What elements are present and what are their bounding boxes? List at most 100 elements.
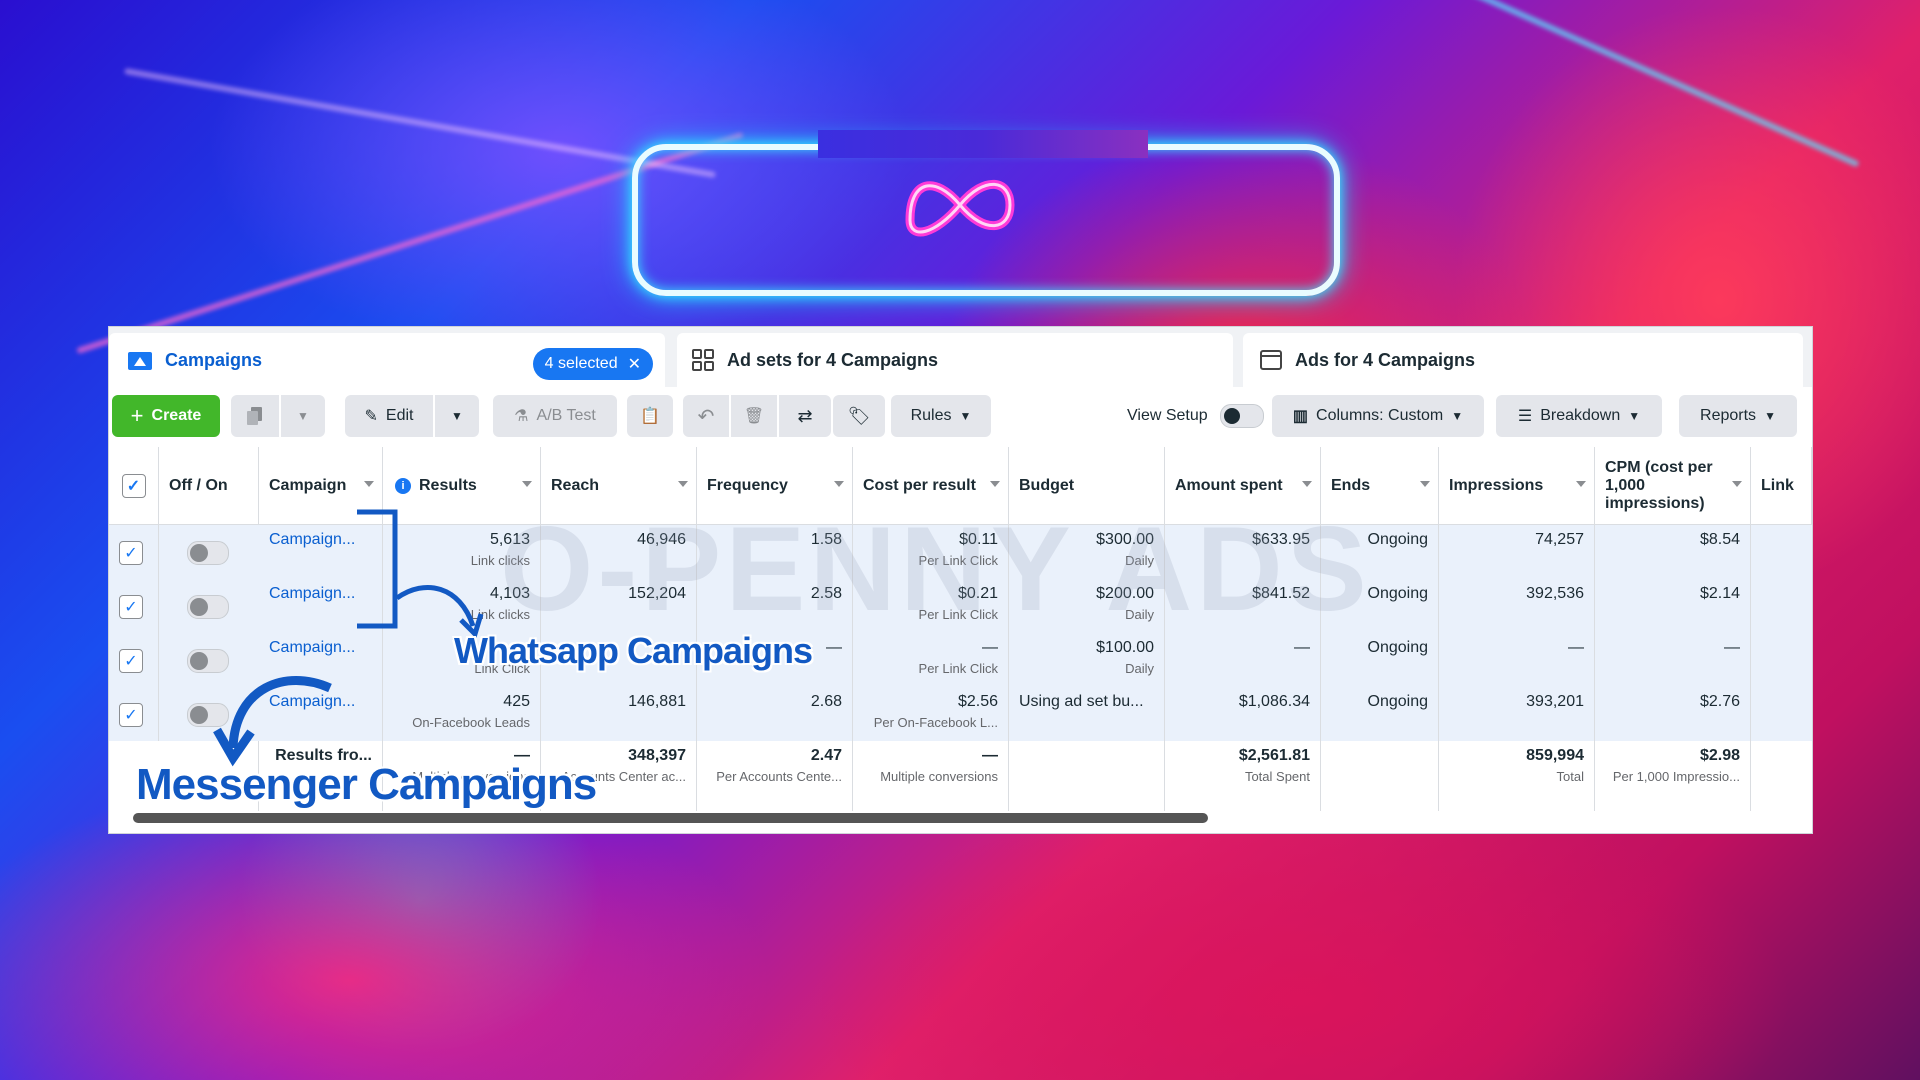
- reach-cell: 46,946: [541, 525, 697, 579]
- budget-value: $200.00: [1096, 585, 1154, 602]
- header-budget[interactable]: Budget: [1009, 447, 1165, 525]
- create-button[interactable]: + Create: [112, 395, 220, 437]
- results-value: 4,103: [489, 585, 530, 602]
- duplicate-dropdown[interactable]: ▼: [281, 395, 325, 437]
- sort-caret-icon[interactable]: [834, 481, 844, 487]
- row-checkbox[interactable]: ✓: [119, 649, 143, 673]
- sort-caret-icon[interactable]: [678, 481, 688, 487]
- reports-button[interactable]: Reports ▼: [1679, 395, 1797, 437]
- row-checkbox[interactable]: ✓: [119, 595, 143, 619]
- close-icon[interactable]: ✕: [628, 354, 641, 374]
- cpm-value: $2.76: [1699, 693, 1740, 710]
- meta-logo-icon: [905, 179, 1015, 237]
- campaign-toggle[interactable]: [187, 595, 229, 619]
- header-cpm[interactable]: CPM (cost per 1,000 impressions): [1595, 447, 1751, 525]
- header-frequency[interactable]: Frequency: [697, 447, 853, 525]
- header-label: Off / On: [169, 476, 228, 494]
- header-off-on[interactable]: Off / On: [159, 447, 259, 525]
- breakdown-button[interactable]: ☰ Breakdown ▼: [1496, 395, 1662, 437]
- tab-label: Campaigns: [165, 349, 263, 370]
- tab-campaigns[interactable]: Campaigns 4 selected ✕: [109, 333, 665, 387]
- duplicate-button[interactable]: [231, 395, 279, 437]
- rules-button[interactable]: Rules ▼: [891, 395, 991, 437]
- ends-value: Ongoing: [1367, 639, 1429, 656]
- header-ends[interactable]: Ends: [1321, 447, 1439, 525]
- checkmark-icon: ✓: [124, 653, 138, 670]
- selected-badge[interactable]: 4 selected ✕: [532, 348, 653, 380]
- edit-dropdown[interactable]: ▼: [435, 395, 479, 437]
- budget-cell: $200.00 Daily: [1009, 579, 1165, 633]
- tab-ad-sets[interactable]: Ad sets for 4 Campaigns: [677, 333, 1233, 387]
- totals-cpm: $2.98 Per 1,000 Impressio...: [1595, 741, 1751, 811]
- reach-value: 152,204: [628, 585, 686, 602]
- delete-button[interactable]: 🗑: [731, 395, 777, 437]
- results-value: 5,613: [489, 531, 530, 548]
- cpr-cell: — Per Link Click: [853, 633, 1009, 687]
- clipboard-button[interactable]: 📋: [627, 395, 673, 437]
- sort-caret-icon[interactable]: [1420, 481, 1430, 487]
- info-icon: i: [395, 477, 411, 494]
- sort-caret-icon[interactable]: [990, 481, 1000, 487]
- sort-caret-icon[interactable]: [522, 481, 532, 487]
- header-cost-per-result[interactable]: Cost per result: [853, 447, 1009, 525]
- row-checkbox[interactable]: ✓: [119, 703, 143, 727]
- ends-cell: Ongoing: [1321, 579, 1439, 633]
- campaign-link[interactable]: Campaign...: [269, 639, 355, 656]
- ab-test-label: A/B Test: [536, 407, 596, 424]
- chevron-down-icon: ▼: [451, 409, 463, 423]
- columns-icon: ▥: [1292, 408, 1309, 425]
- view-setup-toggle[interactable]: [1219, 404, 1264, 428]
- columns-button[interactable]: ▥ Columns: Custom ▼: [1272, 395, 1484, 437]
- cpm-cell: $2.76: [1595, 687, 1751, 741]
- impressions-value: 393,201: [1526, 693, 1584, 710]
- frequency-value: —: [826, 639, 842, 656]
- table-row[interactable]: ✓ Campaign... 425 On-Facebook Leads 146,881 2…: [109, 687, 1812, 741]
- header-amount-spent[interactable]: Amount spent: [1165, 447, 1321, 525]
- header-select-all[interactable]: ✓: [109, 447, 159, 525]
- sort-caret-icon[interactable]: [1732, 481, 1742, 487]
- sort-caret-icon[interactable]: [1576, 481, 1586, 487]
- cpr-subtext: Per Link Click: [918, 661, 998, 676]
- ends-value: Ongoing: [1367, 585, 1429, 602]
- reports-label: Reports: [1700, 407, 1757, 424]
- ends-cell: Ongoing: [1321, 687, 1439, 741]
- impressions-value: 392,536: [1526, 585, 1584, 602]
- budget-subtext: Daily: [1125, 553, 1154, 568]
- grid-icon: [692, 349, 714, 371]
- ad-square-icon: [1260, 350, 1282, 370]
- sort-caret-icon[interactable]: [364, 481, 374, 487]
- campaign-toggle[interactable]: [187, 541, 229, 565]
- campaign-link[interactable]: Campaign...: [269, 531, 355, 548]
- tag-button[interactable]: 🏷: [833, 395, 885, 437]
- spent-value: —: [1294, 639, 1310, 656]
- preview-button[interactable]: ⇄: [779, 395, 831, 437]
- curved-arrow-annotation: [213, 676, 332, 767]
- ab-test-button[interactable]: ⚗ A/B Test: [493, 395, 617, 437]
- reach-cell: 152,204: [541, 579, 697, 633]
- view-setup: View Setup: [1127, 395, 1264, 437]
- spent-cell: $841.52: [1165, 579, 1321, 633]
- horizontal-scrollbar[interactable]: [133, 813, 1208, 823]
- row-checkbox[interactable]: ✓: [119, 541, 143, 565]
- header-link[interactable]: Link: [1751, 447, 1812, 525]
- cpr-value: $0.21: [957, 585, 998, 602]
- table-row[interactable]: ✓ Campaign... — Link Click — — — Per Link Click…: [109, 633, 1812, 687]
- spent-value: $633.95: [1252, 531, 1310, 548]
- campaign-link[interactable]: Campaign...: [269, 585, 355, 602]
- totals-spent: $2,561.81 Total Spent: [1165, 741, 1321, 811]
- results-subtext: On-Facebook Leads: [412, 715, 530, 730]
- neon-frame-gap: [818, 130, 1148, 158]
- chevron-down-icon: ▼: [297, 409, 309, 423]
- impressions-value: 74,257: [1535, 531, 1584, 548]
- sort-caret-icon[interactable]: [1302, 481, 1312, 487]
- header-label: Impressions: [1449, 476, 1544, 494]
- header-reach[interactable]: Reach: [541, 447, 697, 525]
- frequency-cell: 2.68: [697, 687, 853, 741]
- checkbox-checked-icon[interactable]: ✓: [121, 473, 146, 498]
- breakdown-label: Breakdown: [1540, 407, 1621, 424]
- ends-value: Ongoing: [1367, 531, 1429, 548]
- tab-ads[interactable]: Ads for 4 Campaigns: [1243, 333, 1803, 387]
- undo-button[interactable]: ↶: [683, 395, 729, 437]
- header-impressions[interactable]: Impressions: [1439, 447, 1595, 525]
- edit-button[interactable]: ✎ Edit: [345, 395, 433, 437]
